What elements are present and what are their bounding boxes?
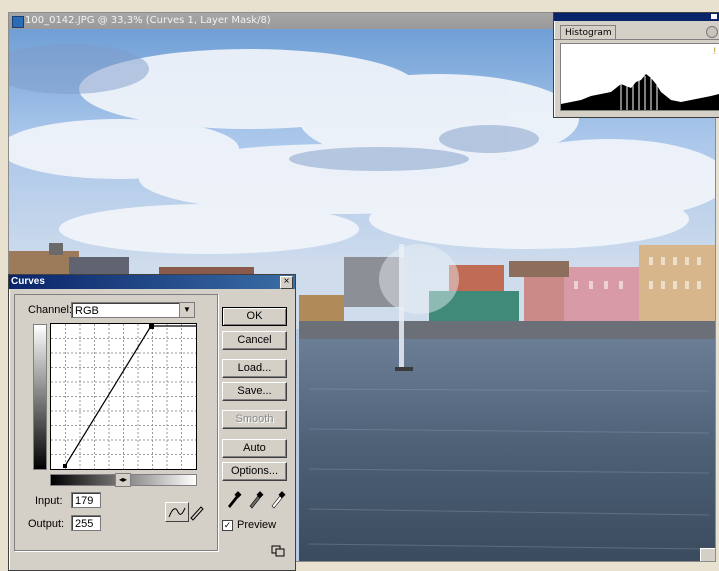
curve-point-selected bbox=[149, 324, 154, 329]
river bbox=[299, 339, 715, 561]
output-label: Output: bbox=[28, 518, 65, 530]
tab-divider bbox=[554, 39, 719, 40]
save-button[interactable]: Save... bbox=[222, 382, 287, 401]
palette-titlebar[interactable] bbox=[554, 13, 719, 21]
options-button[interactable]: Options... bbox=[222, 462, 287, 481]
chevron-down-icon[interactable]: ▼ bbox=[179, 303, 194, 317]
histogram-palette: Histogram ! bbox=[553, 12, 719, 118]
histogram-svg bbox=[561, 74, 719, 110]
cache-warning-icon[interactable]: ! bbox=[713, 46, 716, 56]
palette-menu-icon[interactable] bbox=[706, 26, 718, 38]
curve-point-start bbox=[63, 464, 67, 468]
histogram-graph bbox=[560, 43, 719, 111]
curves-dialog: Curves × Channel: RGB ▼ ◂▸ Input: 179 Ou… bbox=[8, 274, 296, 571]
gray-eyedropper-icon[interactable] bbox=[249, 491, 264, 509]
cancel-button[interactable]: Cancel bbox=[222, 331, 287, 350]
black-eyedropper-icon[interactable] bbox=[228, 491, 242, 508]
curve-grid bbox=[51, 324, 196, 469]
tab-histogram[interactable]: Histogram bbox=[560, 25, 616, 40]
photoshop-doc-icon bbox=[12, 16, 24, 28]
minimize-icon[interactable] bbox=[711, 14, 717, 19]
output-gradient-bar bbox=[33, 324, 47, 470]
dialog-title-bar[interactable]: Curves bbox=[9, 275, 295, 289]
resize-grip[interactable] bbox=[700, 548, 715, 561]
dialog-title: Curves bbox=[11, 276, 45, 287]
auto-button[interactable]: Auto bbox=[222, 439, 287, 458]
smooth-button[interactable]: Smooth bbox=[222, 410, 287, 429]
gradient-toggle-icon[interactable]: ◂▸ bbox=[115, 473, 131, 487]
white-eyedropper-icon[interactable] bbox=[271, 491, 286, 509]
pencil-icon bbox=[190, 506, 204, 521]
channel-select[interactable]: RGB ▼ bbox=[71, 302, 195, 318]
preview-label: Preview bbox=[237, 519, 277, 531]
input-field[interactable]: 179 bbox=[71, 492, 101, 508]
load-button[interactable]: Load... bbox=[222, 359, 287, 378]
output-field[interactable]: 255 bbox=[71, 515, 101, 531]
curve-svg[interactable] bbox=[51, 324, 196, 469]
eyedroppers bbox=[228, 491, 286, 509]
preview-checkbox[interactable]: ✓ bbox=[222, 520, 233, 531]
histogram-shape bbox=[561, 74, 719, 110]
channel-label: Channel: bbox=[28, 304, 73, 316]
input-label: Input: bbox=[35, 495, 63, 507]
ok-button[interactable]: OK bbox=[222, 307, 287, 326]
document-title: 100_0142.JPG @ 33,3% (Curves 1, Layer Ma… bbox=[25, 15, 271, 26]
curve-graph[interactable] bbox=[50, 323, 197, 470]
pencil-tool-button[interactable] bbox=[185, 502, 209, 522]
expand-icon[interactable] bbox=[271, 545, 285, 557]
channel-value: RGB bbox=[75, 305, 99, 317]
close-button[interactable]: × bbox=[280, 276, 293, 289]
embankment-wall bbox=[299, 321, 715, 339]
